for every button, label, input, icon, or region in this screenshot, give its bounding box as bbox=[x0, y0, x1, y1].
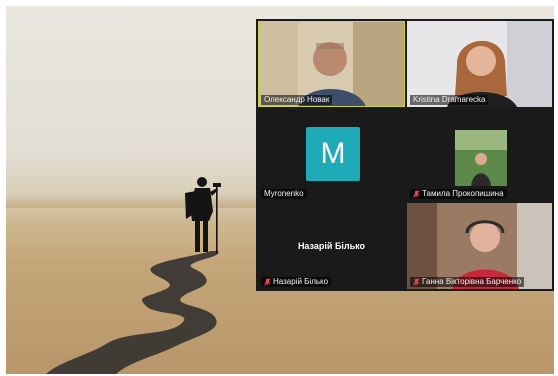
participant-name-label: Ганна Вікторівна Барченко bbox=[410, 277, 525, 287]
participant-name-label: Kristina Dramarecka bbox=[410, 95, 489, 105]
participant-tile-nazarii-bilko[interactable]: Назарій Білько Назарій Білько bbox=[258, 203, 405, 289]
participant-name-label: Myronenko bbox=[261, 189, 307, 199]
participant-tile-tamila-prokopyshyna[interactable]: Тамила Прокопишина bbox=[407, 109, 552, 201]
mic-muted-icon bbox=[413, 278, 420, 286]
video-gallery-panel: Олександр Новак Kristina Dramarecka M My… bbox=[256, 19, 554, 291]
participant-tile-hanna-barchenko[interactable]: Ганна Вікторівна Барченко bbox=[407, 203, 552, 289]
participant-tile-kristina-dramarecka[interactable]: Kristina Dramarecka bbox=[407, 21, 552, 107]
participant-name-label: Тамила Прокопишина bbox=[410, 189, 507, 199]
participant-center-name: Назарій Білько bbox=[297, 241, 366, 251]
participant-name-label: Олександр Новак bbox=[261, 95, 333, 105]
mic-muted-icon bbox=[264, 278, 271, 286]
footprint-trail bbox=[46, 251, 219, 374]
mic-muted-icon bbox=[413, 190, 420, 198]
participant-tile-oleksandr-novak[interactable]: Олександр Новак bbox=[258, 21, 405, 107]
participant-tile-myronenko[interactable]: M Myronenko bbox=[258, 109, 405, 201]
participant-avatar: M bbox=[306, 127, 360, 181]
participant-video bbox=[407, 109, 552, 201]
hiker-silhouette bbox=[185, 177, 221, 254]
participant-name-label: Назарій Білько bbox=[261, 277, 332, 287]
